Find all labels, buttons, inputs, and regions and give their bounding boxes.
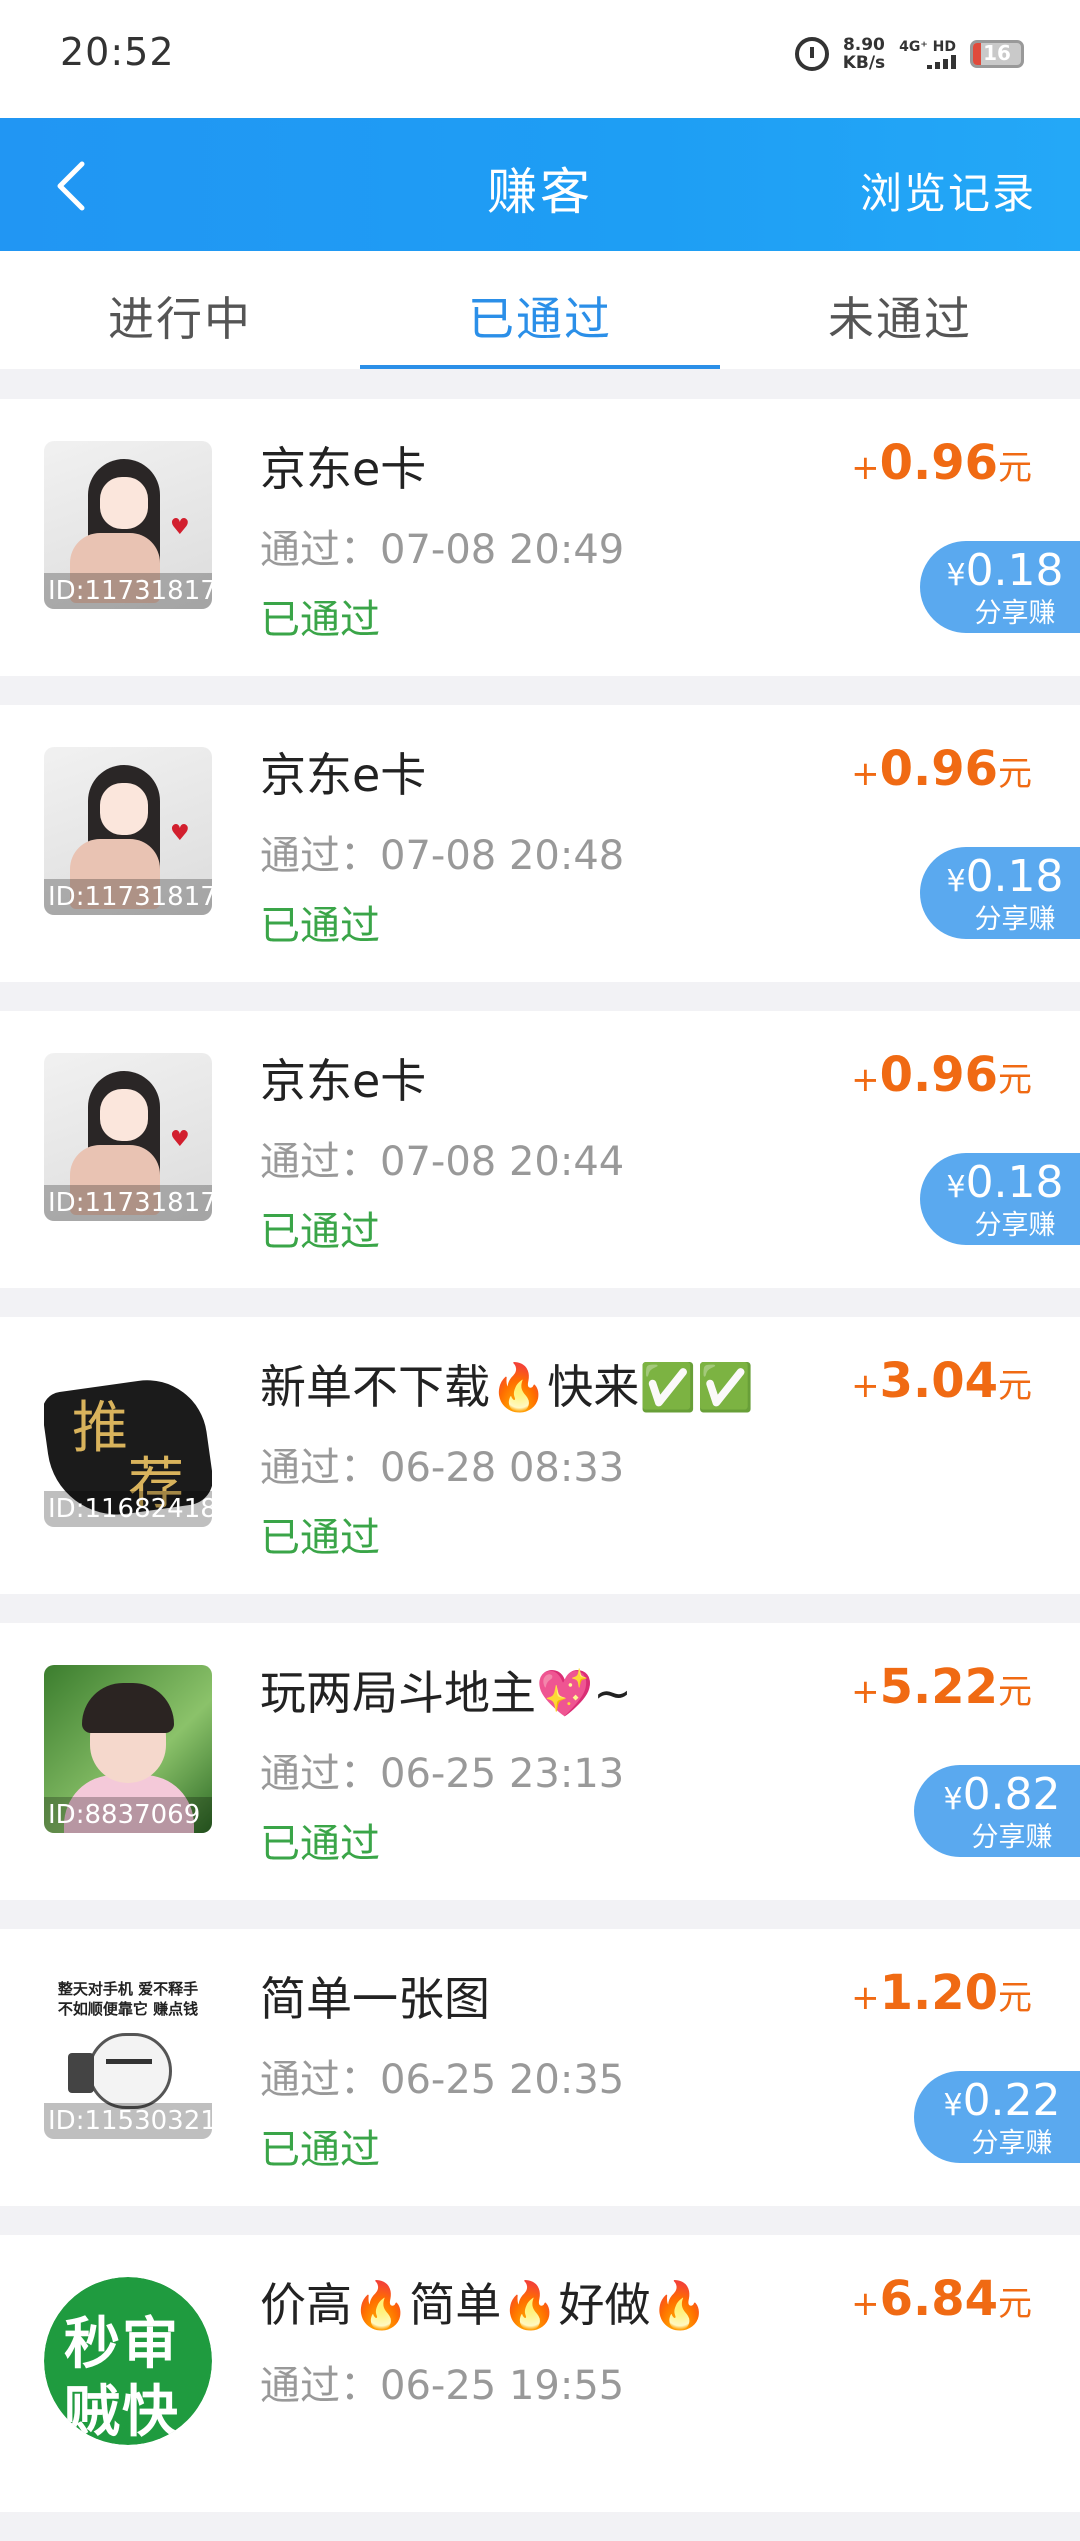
task-passed-time: 通过：07-08 20:48 xyxy=(260,833,625,879)
task-item[interactable]: ♥ ID:11731817 京东e卡 通过：07-08 20:49 已通过 +0… xyxy=(0,399,1080,676)
task-passed-time: 通过：07-08 20:49 xyxy=(260,527,625,573)
task-id: ID:11530321 xyxy=(44,2103,212,2139)
share-earn-button[interactable]: ¥0.18 分享赚 xyxy=(920,541,1080,633)
task-item[interactable]: 推 荐 ID:11682418 新单不下载🔥快来✅✅ 通过：06-28 08:3… xyxy=(0,1317,1080,1594)
network-label: 4G⁺ HD xyxy=(899,39,956,55)
task-reward: +1.20元 xyxy=(851,1965,1032,2021)
task-reward: +0.96元 xyxy=(851,741,1032,797)
task-thumbnail: 整天对手机 爱不释手 不如顺便靠它 赚点钱 ID:11530321 xyxy=(44,1971,212,2139)
app-header: 赚客 浏览记录 xyxy=(0,118,1080,251)
task-passed-time: 通过：07-08 20:44 xyxy=(260,1139,625,1185)
task-passed-time: 通过：06-25 19:55 xyxy=(260,2363,625,2409)
task-id: ID:11682418 xyxy=(44,1491,212,1527)
alarm-icon xyxy=(794,37,829,71)
task-status: 已通过 xyxy=(260,903,380,949)
task-passed-time: 通过：06-28 08:33 xyxy=(260,1445,625,1491)
task-thumbnail: ♥ ID:11731817 xyxy=(44,747,212,915)
share-earn-button[interactable]: ¥0.18 分享赚 xyxy=(920,847,1080,939)
task-thumbnail: ID:8837069 xyxy=(44,1665,212,1833)
tab-rejected[interactable]: 未通过 xyxy=(720,251,1080,369)
task-id: ID:11731817 xyxy=(44,1185,212,1221)
net-speed-unit: KB/s xyxy=(842,53,886,73)
task-reward: +6.84元 xyxy=(851,2271,1032,2327)
task-list: ♥ ID:11731817 京东e卡 通过：07-08 20:49 已通过 +0… xyxy=(0,399,1080,2541)
task-reward: +0.96元 xyxy=(851,435,1032,491)
task-title: 玩两局斗地主💖~ xyxy=(260,1666,632,1720)
task-title: 京东e卡 xyxy=(260,1054,427,1108)
task-thumbnail: 推 荐 ID:11682418 xyxy=(44,1359,212,1527)
signal-icon: 4G⁺ HD xyxy=(899,39,956,69)
thumbnail-text: 贼快 xyxy=(64,2380,180,2445)
task-status: 已通过 xyxy=(260,1515,380,1561)
task-item[interactable]: 秒审 贼快 价高🔥简单🔥好做🔥 通过：06-25 19:55 +6.84元 xyxy=(0,2235,1080,2512)
task-passed-time: 通过：06-25 20:35 xyxy=(260,2057,625,2103)
tab-in-progress[interactable]: 进行中 xyxy=(0,251,360,369)
task-reward: +5.22元 xyxy=(851,1659,1032,1715)
thumbnail-text: 整天对手机 爱不释手 xyxy=(57,1980,199,1998)
task-thumbnail: 秒审 贼快 xyxy=(44,2277,212,2445)
share-earn-button[interactable]: ¥0.22 分享赚 xyxy=(914,2071,1080,2163)
share-earn-button[interactable]: ¥0.82 分享赚 xyxy=(914,1765,1080,1857)
status-tabs: 进行中 已通过 未通过 xyxy=(0,251,1080,369)
task-status: 已通过 xyxy=(260,1821,380,1867)
task-status: 已通过 xyxy=(260,2127,380,2173)
browse-history-button[interactable]: 浏览记录 xyxy=(860,160,1036,221)
task-id: ID:11731817 xyxy=(44,573,212,609)
task-passed-time: 通过：06-25 23:13 xyxy=(260,1751,625,1797)
task-item[interactable]: ♥ ID:11731817 京东e卡 通过：07-08 20:44 已通过 +0… xyxy=(0,1011,1080,1288)
battery-level: 16 xyxy=(983,41,1011,65)
task-id: ID:8837069 xyxy=(44,1797,212,1833)
thumbnail-text: 推 xyxy=(72,1396,128,1461)
net-speed: 8.90 KB/s xyxy=(843,36,885,72)
share-earn-button[interactable]: ¥0.18 分享赚 xyxy=(920,1153,1080,1245)
task-item[interactable]: ♥ ID:11731817 京东e卡 通过：07-08 20:48 已通过 +0… xyxy=(0,705,1080,982)
task-item[interactable]: ID:8837069 玩两局斗地主💖~ 通过：06-25 23:13 已通过 +… xyxy=(0,1623,1080,1900)
status-time: 20:52 xyxy=(60,30,175,74)
task-title: 简单一张图 xyxy=(260,1972,490,2026)
task-reward: +3.04元 xyxy=(851,1353,1032,1409)
task-status: 已通过 xyxy=(260,1209,380,1255)
status-bar: 20:52 8.90 KB/s 4G⁺ HD 16 xyxy=(0,0,1080,118)
tab-passed[interactable]: 已通过 xyxy=(360,251,720,369)
status-icons: 8.90 KB/s 4G⁺ HD 16 xyxy=(794,36,1024,72)
battery-icon: 16 xyxy=(970,40,1024,68)
thumbnail-text: 不如顺便靠它 赚点钱 xyxy=(57,2000,199,2018)
net-speed-value: 8.90 xyxy=(842,35,885,55)
task-item[interactable]: 整天对手机 爱不释手 不如顺便靠它 赚点钱 ID:11530321 简单一张图 通… xyxy=(0,1929,1080,2206)
task-title: 京东e卡 xyxy=(260,442,427,496)
task-title: 价高🔥简单🔥好做🔥 xyxy=(260,2278,708,2332)
task-status: 已通过 xyxy=(260,597,380,643)
task-thumbnail: ♥ ID:11731817 xyxy=(44,441,212,609)
task-thumbnail: ♥ ID:11731817 xyxy=(44,1053,212,1221)
task-title: 京东e卡 xyxy=(260,748,427,802)
task-reward: +0.96元 xyxy=(851,1047,1032,1103)
task-id: ID:11731817 xyxy=(44,879,212,915)
task-title: 新单不下载🔥快来✅✅ xyxy=(260,1360,754,1414)
